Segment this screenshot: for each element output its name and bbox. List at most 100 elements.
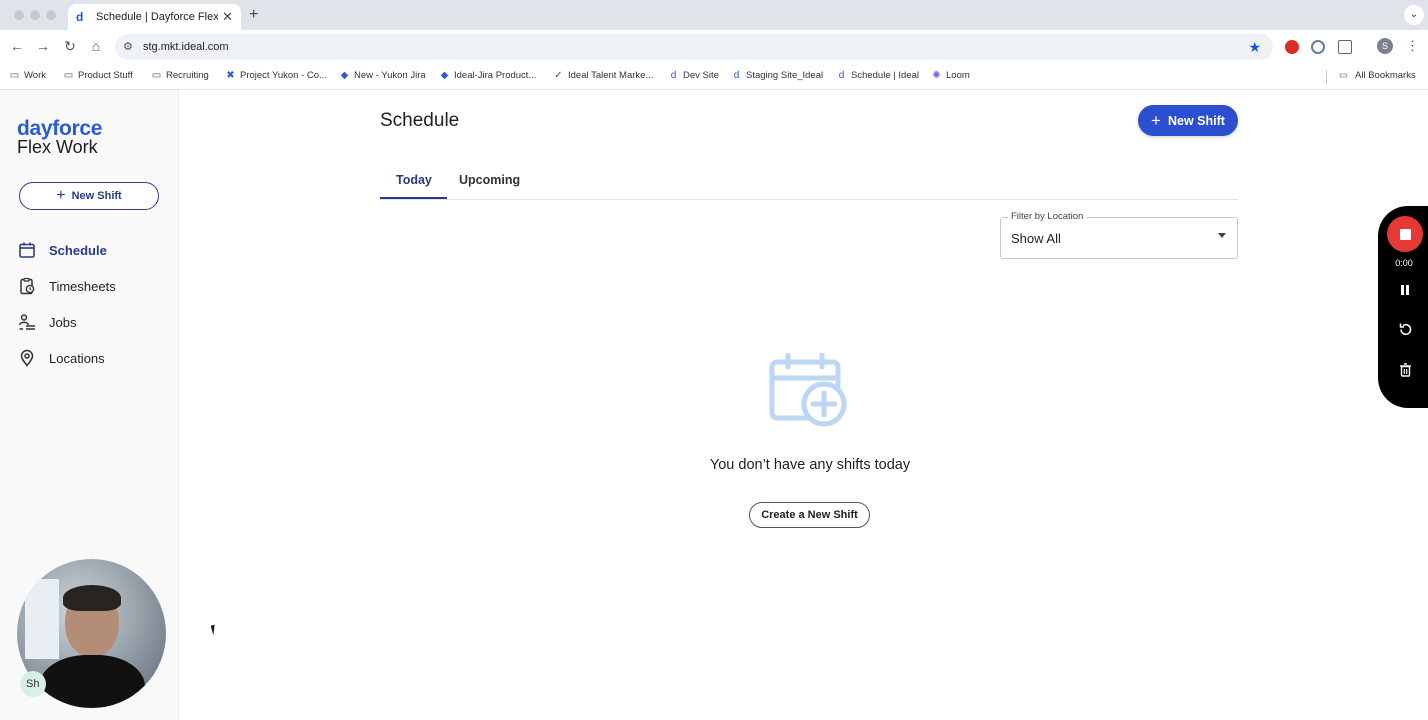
bookmark-label: Loom [946, 70, 970, 81]
sidebar-item-schedule[interactable]: Schedule [18, 241, 107, 259]
site-settings-icon[interactable]: ⚙ [123, 40, 133, 53]
extension-record-icon[interactable] [1285, 40, 1299, 54]
all-bookmarks-label: All Bookmarks [1355, 70, 1416, 81]
bookmark-item[interactable]: ▭ Work [9, 70, 46, 81]
sidebar-item-label: Timesheets [49, 278, 116, 294]
jobs-icon [18, 314, 35, 330]
browser-menu-icon[interactable]: ⋮ [1406, 38, 1419, 54]
pause-recording-button[interactable] [1392, 277, 1418, 303]
logo-flex-work: Flex Work [17, 137, 98, 157]
bookmark-item[interactable]: d Schedule | Ideal [836, 70, 919, 81]
dayforce-icon: d [733, 70, 740, 81]
sidebar-item-locations[interactable]: Locations [18, 349, 105, 367]
recording-timer: 0:00 [1395, 258, 1413, 268]
browser-tab-title: Schedule | Dayforce Flex Work [96, 11, 219, 23]
extensions-puzzle-icon[interactable] [1338, 40, 1352, 54]
user-avatar-badge[interactable]: Sh [20, 671, 46, 697]
location-filter-select[interactable]: Filter by Location Show All [1000, 211, 1238, 259]
calendar-add-icon [769, 353, 847, 427]
window-close-button[interactable] [14, 10, 24, 20]
window-maximize-button[interactable] [46, 10, 56, 20]
stop-recording-button[interactable] [1387, 216, 1423, 252]
ideal-icon: ✓ [554, 70, 563, 81]
screen-recorder-controls: 0:00 [1378, 206, 1428, 408]
empty-state-message: You don’t have any shifts today [709, 457, 911, 473]
new-shift-label: New Shift [1167, 113, 1225, 128]
address-bar[interactable]: ⚙ stg.mkt.ideal.com ★ [115, 34, 1273, 60]
dayforce-icon: d [670, 70, 677, 81]
webcam-person-hair [63, 585, 121, 611]
header-new-shift-button[interactable]: + New Shift [1138, 105, 1238, 136]
jira-icon: ◆ [440, 70, 449, 81]
dayforce-favicon-icon: d [76, 10, 84, 24]
calendar-icon [19, 242, 35, 258]
sidebar-item-timesheets[interactable]: Timesheets [18, 277, 116, 295]
new-shift-label: New Shift [71, 190, 122, 202]
bookmark-label: Work [24, 70, 46, 81]
pause-icon [1401, 285, 1409, 295]
main-content: Schedule + New Shift Today Upcoming Filt… [180, 90, 1428, 720]
bookmark-item[interactable]: ✖ Project Yukon - Co... [225, 70, 327, 81]
bookmark-item[interactable]: d Dev Site [668, 70, 719, 81]
bookmark-item[interactable]: ✓ Ideal Talent Marke... [553, 70, 653, 81]
sidebar-new-shift-button[interactable]: + New Shift [19, 182, 159, 210]
bookmark-label: Project Yukon - Co... [240, 70, 327, 81]
bookmark-item[interactable]: d Staging Site_Ideal [731, 70, 823, 81]
bookmark-item[interactable]: ✺ Loom [931, 70, 970, 81]
bookmark-star-icon[interactable]: ★ [1248, 39, 1261, 56]
folder-icon: ▭ [63, 70, 74, 81]
jira-icon: ◆ [340, 70, 349, 81]
tab-upcoming[interactable]: Upcoming [459, 173, 520, 187]
sidebar-item-jobs[interactable]: Jobs [18, 313, 76, 331]
profile-avatar[interactable]: S [1377, 38, 1393, 54]
bookmark-item[interactable]: ▭ Product Stuff [63, 70, 133, 81]
tab-search-chevron-icon[interactable]: ⌄ [1404, 5, 1424, 25]
dropdown-caret-icon [1218, 233, 1226, 238]
loom-icon: ✺ [932, 70, 941, 81]
create-new-shift-button[interactable]: Create a New Shift [749, 502, 870, 528]
tab-today[interactable]: Today [396, 173, 432, 187]
new-tab-icon[interactable]: + [249, 6, 258, 24]
bookmark-label: Ideal-Jira Product... [454, 70, 537, 81]
bookmark-item[interactable]: ▭ Recruiting [151, 70, 209, 81]
stop-icon [1399, 228, 1411, 240]
active-tab-indicator [380, 197, 447, 199]
bookmark-label: Product Stuff [78, 70, 133, 81]
bookmark-label: Schedule | Ideal [851, 70, 919, 81]
url-text: stg.mkt.ideal.com [143, 41, 229, 53]
window-minimize-button[interactable] [30, 10, 40, 20]
home-icon[interactable]: ⌂ [87, 38, 105, 54]
sidebar-item-label: Jobs [49, 314, 77, 330]
folder-icon: ▭ [1339, 70, 1348, 81]
reload-icon[interactable]: ↻ [61, 38, 79, 55]
webcam-person-body [39, 655, 145, 708]
location-pin-icon [20, 349, 34, 367]
filter-label: Filter by Location [1008, 211, 1087, 222]
bookmark-label: Staging Site_Ideal [746, 70, 824, 81]
trash-icon [1399, 363, 1411, 377]
close-tab-icon[interactable]: ✕ [222, 9, 233, 25]
restart-icon [1399, 323, 1411, 335]
all-bookmarks-button[interactable]: ▭ All Bookmarks [1339, 70, 1416, 81]
schedule-tabs: Today Upcoming [380, 160, 1238, 200]
back-arrow-icon[interactable]: ← [8, 38, 26, 54]
bookmark-label: Recruiting [166, 70, 209, 81]
sidebar-item-label: Schedule [49, 242, 107, 258]
browser-tab-bar: d Schedule | Dayforce Flex Work ✕ + ⌄ [0, 0, 1428, 30]
bookmark-item[interactable]: ◆ Ideal-Jira Product... [439, 70, 537, 81]
browser-tab[interactable]: d Schedule | Dayforce Flex Work ✕ [68, 4, 241, 30]
sidebar-item-label: Locations [49, 350, 105, 366]
jira-icon: ✖ [226, 70, 235, 81]
folder-icon: ▭ [9, 70, 20, 81]
bookmark-label: New - Yukon Jira [354, 70, 426, 81]
extension-password-icon[interactable] [1311, 40, 1325, 54]
browser-toolbar: ← → ↻ ⌂ ⚙ stg.mkt.ideal.com ★ S ⋮ [0, 30, 1428, 64]
forward-arrow-icon[interactable]: → [34, 38, 52, 54]
bookmark-item[interactable]: ◆ New - Yukon Jira [339, 70, 426, 81]
bookmark-label: Ideal Talent Marke... [568, 70, 654, 81]
delete-recording-button[interactable] [1392, 357, 1418, 383]
bookmark-label: Dev Site [683, 70, 719, 81]
folder-icon: ▭ [151, 70, 162, 81]
webcam-background [25, 579, 59, 659]
restart-recording-button[interactable] [1392, 316, 1418, 342]
